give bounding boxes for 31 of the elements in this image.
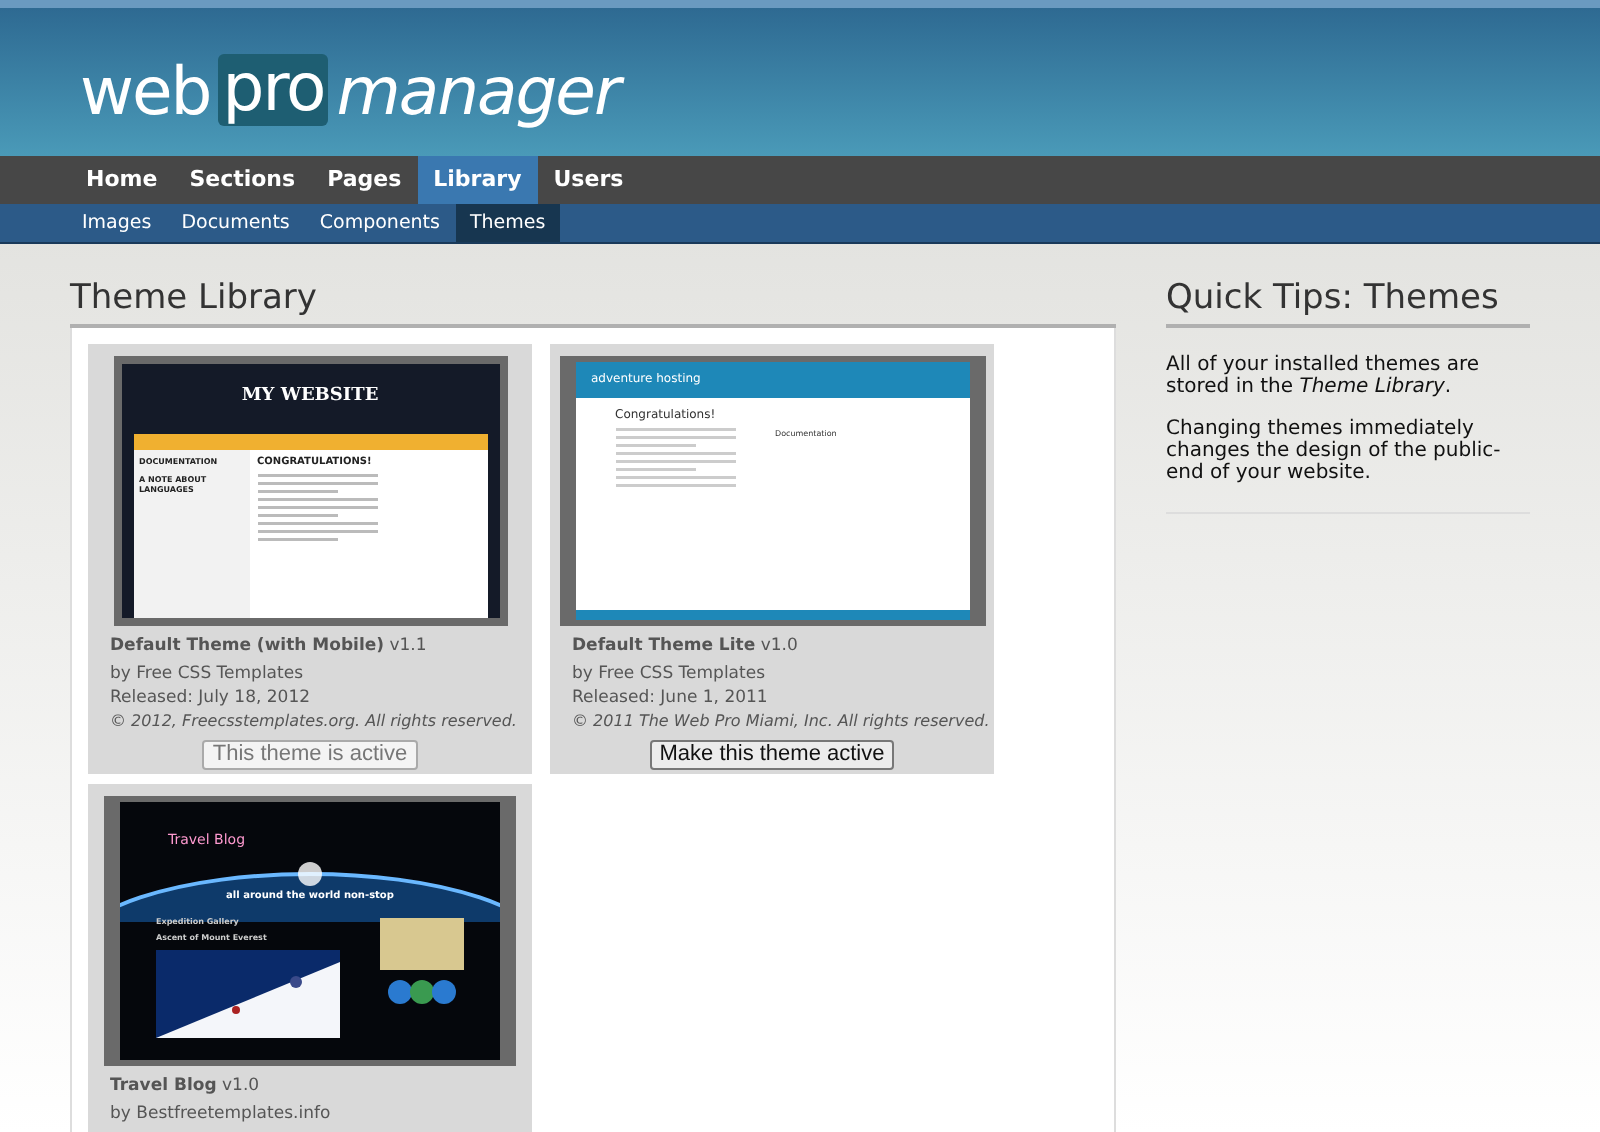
theme-copyright: © 2012, Freecsstemplates.org. All rights reserved. [110,710,519,734]
text-lines-drawing [257,474,377,546]
theme-author: by Free CSS Templates [572,662,768,686]
nav-tab[interactable]: Pages [311,156,418,204]
theme-author: by Free CSS Templates [110,662,306,686]
activate-theme-button[interactable]: Make this theme active [649,740,895,770]
theme-name: Default Theme Lite v1.0 [572,634,800,658]
theme-release-date: Released: June 1, 2011 [572,686,770,710]
theme-name: Travel Blog v1.0 [110,1074,262,1098]
logo-text: web [80,57,211,123]
logo-text: manager [336,57,620,123]
tip-paragraph: Changing themes immediately changes the design of the public-end of your website. [1166,418,1503,484]
text-lines-drawing [615,428,735,492]
theme-author: by Bestfreetemplates.info [110,1102,333,1126]
sub-nav-tab[interactable]: Components [305,204,454,242]
nav-tab[interactable]: Users [537,156,640,204]
logo-badge: pro [218,54,329,126]
preview-title: MY WEBSITE [239,388,381,406]
theme-release-date: Released: July 18, 2012 [110,686,313,710]
tips-title: Quick Tips: Themes [1166,276,1530,328]
theme-active-button[interactable]: This theme is active [202,740,418,770]
theme-name: Default Theme (with Mobile) v1.1 [110,634,429,658]
theme-copyright: © 2011 The Web Pro Miami, Inc. All rights reserved. [572,710,992,734]
sub-nav-tab[interactable]: Images [68,204,166,242]
sub-nav-tab[interactable]: Themes [455,204,560,242]
tip-paragraph: All of your installed themes are stored in the Theme Library. [1166,354,1482,398]
nav-tab[interactable]: Library [417,156,538,204]
sub-nav-tab[interactable]: Documents [167,204,304,242]
preview-note [380,918,464,970]
nav-tab[interactable]: Sections [173,156,312,204]
nav-tab[interactable]: Home [70,156,174,204]
